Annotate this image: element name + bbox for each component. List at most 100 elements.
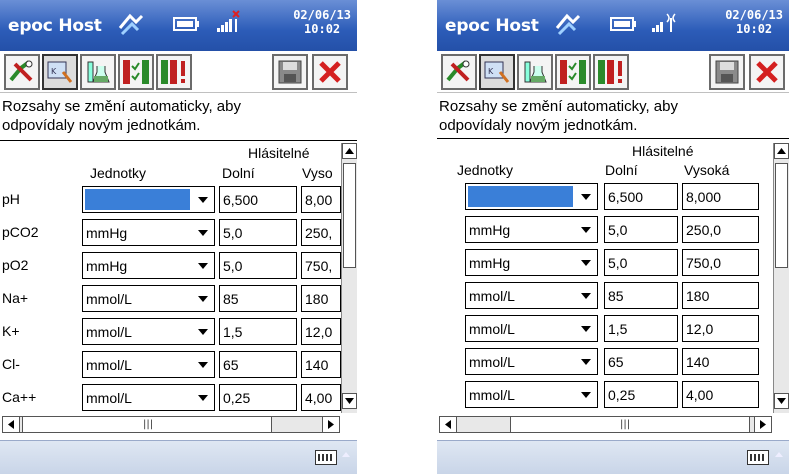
lab-button[interactable] (517, 54, 553, 90)
close-button[interactable] (312, 54, 348, 90)
checklist-button[interactable] (555, 54, 591, 90)
low-limit-field[interactable]: 6,500 (604, 183, 678, 210)
low-limit-field[interactable]: 1,5 (604, 315, 678, 342)
high-limit-field[interactable]: 180 (301, 285, 341, 312)
chevron-down-icon[interactable] (192, 253, 214, 278)
scroll-right-icon[interactable] (322, 417, 339, 432)
checklist-button[interactable] (118, 54, 154, 90)
lab-button[interactable] (80, 54, 116, 90)
high-limit-field[interactable]: 140 (301, 351, 341, 378)
tools-button[interactable] (441, 54, 477, 90)
keyboard-icon[interactable] (315, 450, 337, 465)
alert-list-button[interactable] (156, 54, 192, 90)
unit-select[interactable]: mmol/L (82, 285, 215, 312)
unit-select[interactable]: mmHg (82, 252, 215, 279)
scroll-left-icon[interactable] (3, 417, 20, 432)
low-limit-field[interactable]: 85 (219, 285, 297, 312)
chevron-down-icon[interactable] (575, 283, 597, 308)
low-limit-field[interactable]: 5,0 (604, 249, 678, 276)
unit-select[interactable]: mmol/L (82, 318, 215, 345)
low-limit-field[interactable]: 5,0 (219, 219, 297, 246)
low-limit-field[interactable]: 85 (604, 282, 678, 309)
high-limit-field[interactable]: 140 (682, 348, 759, 375)
scroll-up-icon[interactable] (774, 143, 789, 159)
table-row: pCO2 mmHg 5,0 250, (0, 217, 357, 249)
high-limit-field[interactable]: 8,000 (682, 183, 759, 210)
scroll-thumb[interactable] (775, 163, 788, 268)
high-limit-field[interactable]: 250,0 (682, 216, 759, 243)
high-limit-field[interactable]: 8,00 (301, 186, 341, 213)
unit-select[interactable]: mmol/L (465, 282, 598, 309)
scroll-down-icon[interactable] (774, 393, 789, 409)
unit-select[interactable]: mmol/L (465, 315, 598, 342)
divider (437, 138, 789, 139)
table-row: mmol/L 0,25 4,00 (437, 379, 789, 411)
table-row: mmHg 5,0 250,0 (437, 214, 789, 246)
low-limit-field[interactable]: 65 (219, 351, 297, 378)
chevron-down-icon[interactable] (192, 319, 214, 344)
sync-icon[interactable] (553, 12, 583, 38)
high-limit-field[interactable]: 12,0 (682, 315, 759, 342)
unit-select[interactable]: mmHg (465, 249, 598, 276)
header-high: Vyso (302, 165, 333, 181)
info-text: Rozsahy se změní automaticky, aby odpoví… (439, 97, 678, 135)
scroll-up-icon[interactable] (342, 143, 357, 159)
unit-select[interactable] (465, 183, 598, 210)
chevron-down-icon[interactable] (575, 382, 597, 407)
low-limit-field[interactable]: 6,500 (219, 186, 297, 213)
scroll-left-icon[interactable] (440, 417, 457, 432)
chevron-up-icon[interactable] (775, 452, 783, 457)
high-limit-field[interactable]: 180 (682, 282, 759, 309)
test-panel-button[interactable]: K (42, 54, 78, 90)
chevron-down-icon[interactable] (575, 184, 597, 209)
low-limit-field[interactable]: 1,5 (219, 318, 297, 345)
horizontal-scrollbar[interactable]: ||| (439, 416, 772, 433)
unit-select[interactable]: mmol/L (465, 381, 598, 408)
scroll-down-icon[interactable] (342, 393, 357, 409)
test-panel-button[interactable]: K (479, 54, 515, 90)
keyboard-icon[interactable] (747, 450, 769, 465)
high-limit-field[interactable]: 4,00 (682, 381, 759, 408)
chevron-up-icon[interactable] (342, 452, 350, 457)
low-limit-field[interactable]: 0,25 (219, 384, 297, 411)
unit-select[interactable]: mmHg (82, 219, 215, 246)
high-limit-field[interactable]: 750,0 (682, 249, 759, 276)
scroll-right-icon[interactable] (754, 417, 771, 432)
save-button[interactable] (272, 54, 308, 90)
low-limit-field[interactable]: 5,0 (604, 216, 678, 243)
tools-button[interactable] (4, 54, 40, 90)
unit-select[interactable]: mmol/L (82, 384, 215, 411)
sync-icon[interactable] (116, 12, 146, 38)
left-screen: epoc Host 02/06/13 10:02 K Rozsahy se zm… (0, 0, 357, 474)
unit-select[interactable]: mmol/L (82, 351, 215, 378)
chevron-down-icon[interactable] (192, 220, 214, 245)
vertical-scrollbar[interactable] (341, 143, 357, 413)
unit-select[interactable] (82, 186, 215, 213)
low-limit-field[interactable]: 65 (604, 348, 678, 375)
chevron-down-icon[interactable] (575, 250, 597, 275)
high-limit-field[interactable]: 250, (301, 219, 341, 246)
chevron-down-icon[interactable] (575, 316, 597, 341)
low-limit-field[interactable]: 0,25 (604, 381, 678, 408)
chevron-down-icon[interactable] (192, 286, 214, 311)
chevron-down-icon[interactable] (192, 385, 214, 410)
chevron-down-icon[interactable] (575, 217, 597, 242)
chevron-down-icon[interactable] (192, 352, 214, 377)
low-limit-field[interactable]: 5,0 (219, 252, 297, 279)
chevron-down-icon[interactable] (575, 349, 597, 374)
unit-select[interactable]: mmol/L (465, 348, 598, 375)
vertical-scrollbar[interactable] (773, 143, 789, 413)
test-panel-icon: K (47, 61, 73, 83)
alert-list-button[interactable] (593, 54, 629, 90)
close-button[interactable] (749, 54, 785, 90)
scroll-thumb[interactable] (343, 163, 356, 268)
save-button[interactable] (709, 54, 745, 90)
high-limit-field[interactable]: 12,0 (301, 318, 341, 345)
unit-select[interactable]: mmHg (465, 216, 598, 243)
unit-value: mmol/L (86, 291, 132, 307)
high-limit-field[interactable]: 750, (301, 252, 341, 279)
horizontal-scrollbar[interactable]: ||| (2, 416, 340, 433)
content-area: Rozsahy se změní automaticky, aby odpoví… (437, 93, 789, 430)
high-limit-field[interactable]: 4,00 (301, 384, 341, 411)
chevron-down-icon[interactable] (192, 187, 214, 212)
